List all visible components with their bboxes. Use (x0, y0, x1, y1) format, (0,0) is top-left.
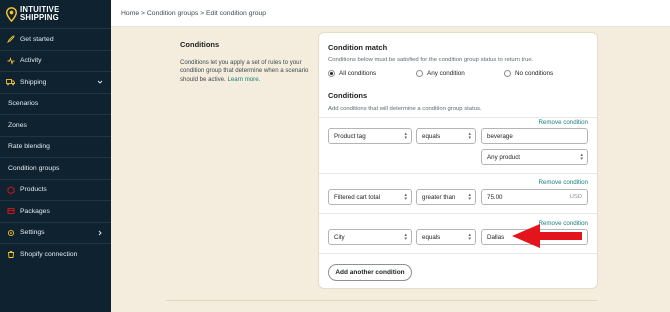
footer-divider (166, 300, 597, 301)
condition-match-title: Condition match (328, 43, 388, 52)
divider (319, 173, 597, 174)
divider (319, 253, 597, 254)
sidebar-item-scenarios[interactable]: Scenarios (0, 92, 111, 115)
select-arrows-icon: ▴ ▾ (468, 131, 471, 141)
remove-condition-link[interactable]: Remove condition (538, 119, 588, 126)
condition-operator-select[interactable]: equals ▴ ▾ (416, 128, 476, 144)
radio-all-conditions[interactable]: All conditions (328, 70, 376, 77)
sidebar-item-shipping[interactable]: Shipping (0, 71, 111, 93)
chevron-down-icon (97, 80, 103, 84)
top-bar: Home > Condition groups > Edit condition… (111, 0, 670, 27)
brand-name: INTUITIVE SHIPPING (20, 6, 60, 22)
settings-icon (6, 228, 15, 237)
breadcrumb[interactable]: Home > Condition groups > Edit condition… (121, 10, 266, 17)
conditions-intro: Conditions Conditions let you apply a se… (180, 40, 310, 84)
condition-scope-select[interactable]: Any product ▴ ▾ (481, 149, 588, 165)
select-value: equals (422, 233, 441, 241)
learn-more-link[interactable]: Learn more. (227, 76, 260, 83)
brand-logo[interactable]: INTUITIVE SHIPPING (0, 0, 111, 28)
condition-field-select[interactable]: Product tag ▴ ▾ (328, 128, 412, 144)
red-arrow-icon (512, 224, 582, 248)
divider (319, 117, 597, 118)
radio-icon (504, 70, 511, 77)
add-condition-button[interactable]: Add another condition (328, 264, 412, 281)
condition-operator-select[interactable]: equals ▴ ▾ (416, 229, 476, 245)
select-arrows-icon: ▴ ▾ (468, 232, 471, 242)
radio-label: Any condition (427, 70, 465, 77)
sidebar-item-get-started[interactable]: Get started (0, 28, 111, 50)
condition-operator-select[interactable]: greater than ▴ ▾ (416, 189, 476, 205)
sidebar-item-label: Packages (20, 207, 50, 215)
intro-text: Conditions let you apply a set of rules … (180, 59, 310, 84)
select-arrows-icon: ▴ ▾ (404, 232, 407, 242)
truck-icon (6, 78, 15, 87)
condition-value-input[interactable]: 75.00 USD (481, 189, 588, 205)
divider (319, 213, 597, 214)
radio-any-condition[interactable]: Any condition (416, 70, 465, 77)
sidebar-item-products[interactable]: Products (0, 178, 111, 201)
radio-no-conditions[interactable]: No conditions (504, 70, 553, 77)
select-arrows-icon: ▴ ▾ (580, 152, 583, 162)
conditions-title: Conditions (328, 91, 368, 100)
condition-match-description: Conditions below must be satisfied for t… (328, 57, 534, 63)
radio-label: No conditions (515, 70, 554, 77)
sidebar-item-settings[interactable]: Settings (0, 221, 111, 244)
condition-field-select[interactable]: City ▴ ▾ (328, 229, 412, 245)
brand-line-2: SHIPPING (20, 13, 59, 22)
products-icon (6, 185, 15, 194)
sidebar-item-label: Activity (20, 57, 42, 65)
shopify-icon (6, 250, 15, 259)
sidebar-item-label: Products (20, 186, 47, 194)
location-pin-icon (6, 6, 17, 22)
select-arrows-icon: ▴ ▾ (404, 131, 407, 141)
select-value: Any product (487, 153, 521, 161)
sidebar-item-rate-blending[interactable]: Rate blending (0, 135, 111, 158)
radio-selected-icon (328, 70, 335, 77)
currency-suffix: USD (569, 194, 582, 200)
select-value: Product tag (334, 132, 366, 140)
select-value: Filtered cart total (334, 193, 381, 201)
sidebar-item-packages[interactable]: Packages (0, 200, 111, 222)
input-value: 75.00 (487, 193, 503, 201)
select-value: equals (422, 132, 441, 140)
sidebar-item-shopify-connection[interactable]: Shopify connection (0, 243, 111, 265)
package-icon (6, 207, 15, 216)
remove-condition-link[interactable]: Remove condition (538, 179, 588, 186)
sidebar-item-zones[interactable]: Zones (0, 114, 111, 136)
radio-label: All conditions (339, 70, 377, 77)
sidebar-item-label: Rate blending (8, 143, 50, 151)
rocket-icon (6, 35, 15, 44)
sidebar-item-label: Shipping (20, 78, 47, 86)
condition-value-input[interactable]: beverage (481, 128, 588, 144)
sidebar-item-label: Scenarios (8, 100, 39, 108)
sidebar: INTUITIVE SHIPPING Get started Activity … (0, 0, 111, 312)
condition-field-select[interactable]: Filtered cart total ▴ ▾ (328, 189, 412, 205)
chevron-right-icon (98, 230, 102, 236)
sidebar-item-label: Shopify connection (20, 250, 78, 258)
select-arrows-icon: ▴ ▾ (404, 192, 407, 202)
intro-title: Conditions (180, 40, 220, 49)
activity-icon (6, 56, 15, 65)
sidebar-item-label: Condition groups (8, 164, 60, 172)
sidebar-item-condition-groups[interactable]: Condition groups (0, 157, 111, 179)
sidebar-nav: Get started Activity Shipping Scenarios … (0, 28, 111, 265)
sidebar-item-label: Settings (20, 229, 45, 237)
sidebar-item-label: Get started (20, 35, 54, 43)
condition-match-radio-group: All conditions Any condition No conditio… (328, 70, 588, 80)
select-arrows-icon: ▴ ▾ (468, 192, 471, 202)
sidebar-item-activity[interactable]: Activity (0, 49, 111, 72)
select-value: City (334, 233, 345, 241)
sidebar-item-label: Zones (8, 121, 27, 129)
input-value: Dallas (487, 233, 505, 241)
select-value: greater than (422, 193, 456, 201)
conditions-description: Add conditions that will determine a con… (328, 106, 482, 112)
input-value: beverage (487, 132, 513, 140)
radio-icon (416, 70, 423, 77)
